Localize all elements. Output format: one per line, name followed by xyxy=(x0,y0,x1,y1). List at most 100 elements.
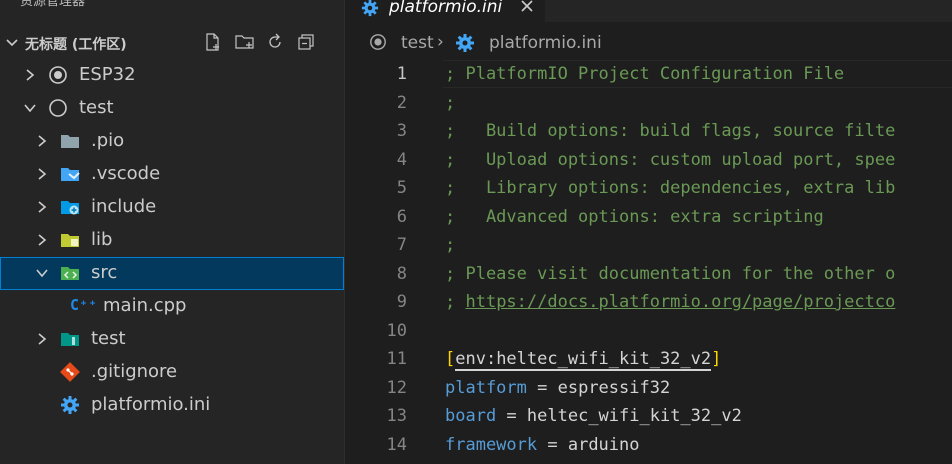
code-line: [env:heltec_wifi_kit_32_v2] xyxy=(445,345,721,373)
tree-item-label: main.cpp xyxy=(103,295,187,316)
include-folder-icon xyxy=(61,201,79,215)
tree-item-label: .pio xyxy=(91,130,125,151)
tree-item-src[interactable]: src xyxy=(0,257,344,290)
code-line: board = heltec_wifi_kit_32_v2 xyxy=(445,402,742,430)
explorer-sidebar: 资源管理器 ··· 无标题 (工作区) ESP32 test .pio .vsc… xyxy=(0,0,345,464)
tab-platformio-ini[interactable]: platformio.ini xyxy=(345,0,545,22)
test-folder-icon xyxy=(61,333,79,346)
tree-item-label: lib xyxy=(91,229,113,250)
tree-item-label: include xyxy=(91,196,157,217)
tree-item-label: test xyxy=(91,328,126,349)
breadcrumb: test › platformio.ini xyxy=(345,30,952,54)
tab-label: platformio.ini xyxy=(389,0,503,17)
gear-icon xyxy=(361,0,379,17)
gear-icon xyxy=(456,34,474,52)
platformio-project-icon xyxy=(49,66,67,84)
tree-item-vscode[interactable]: .vscode xyxy=(0,158,344,191)
chevron-right-icon xyxy=(38,333,47,345)
equals-sign: = xyxy=(526,377,558,398)
code-line: ; Library options: dependencies, extra l… xyxy=(445,178,896,198)
line-number: 6 xyxy=(396,206,407,227)
config-value: heltec_wifi_kit_32_v2 xyxy=(526,406,742,426)
breadcrumb-project-label: test xyxy=(401,33,434,53)
tree-item-main-cpp[interactable]: C⁺⁺ main.cpp xyxy=(0,290,344,323)
line-number: 10 xyxy=(386,320,407,341)
line-number: 7 xyxy=(396,235,407,255)
line-number: 8 xyxy=(396,263,407,284)
tab-bar: platformio.ini xyxy=(345,0,952,22)
tree-item-label: ESP32 xyxy=(79,64,136,85)
tree-item-esp32[interactable]: ESP32 xyxy=(0,59,344,92)
workspace-header[interactable]: 无标题 (工作区) xyxy=(0,30,344,56)
src-folder-icon xyxy=(61,267,79,280)
code-line: ; PlatformIO Project Configuration File xyxy=(445,64,845,84)
line-number: 9 xyxy=(396,292,407,312)
config-key: framework xyxy=(445,434,538,455)
line-number: 12 xyxy=(386,377,407,398)
collapse-all-icon[interactable] xyxy=(297,33,315,55)
lib-folder-icon xyxy=(61,234,79,247)
tree-item-test-folder[interactable]: test xyxy=(0,323,344,356)
tree-item-pio[interactable]: .pio xyxy=(0,125,344,158)
tree-item-platformio-ini[interactable]: platformio.ini xyxy=(0,389,344,422)
line-number: 3 xyxy=(396,121,407,141)
tree-item-label: .vscode xyxy=(91,163,161,184)
code-line: ; Build options: build flags, source fil… xyxy=(445,121,896,141)
tree-item-test-project[interactable]: test xyxy=(0,92,344,125)
tree-item-include[interactable]: include xyxy=(0,191,344,224)
explorer-header: 资源管理器 ··· xyxy=(0,0,344,10)
folder-icon xyxy=(61,135,79,148)
config-key: platform xyxy=(445,377,527,398)
code-line: ; xyxy=(445,92,456,113)
section-close-bracket: ] xyxy=(711,349,722,369)
line-number: 5 xyxy=(396,178,407,198)
line-number: 2 xyxy=(396,92,407,113)
chevron-right-icon xyxy=(38,234,47,246)
vscode-folder-icon xyxy=(61,168,80,181)
code-line: framework = arduino xyxy=(445,431,640,459)
chevron-right-icon xyxy=(26,69,35,81)
breadcrumb-file[interactable]: platformio.ini xyxy=(455,33,602,58)
equals-sign: = xyxy=(537,434,568,455)
config-value: arduino xyxy=(567,434,640,455)
new-file-icon[interactable] xyxy=(204,33,222,55)
line-number: 1 xyxy=(396,64,407,84)
line-number: 11 xyxy=(386,349,407,369)
ellipsis-icon[interactable]: ··· xyxy=(300,0,315,1)
platformio-project-icon xyxy=(370,34,386,50)
tree-item-lib[interactable]: lib xyxy=(0,224,344,257)
refresh-icon[interactable] xyxy=(266,33,284,55)
chevron-right-icon xyxy=(38,168,47,180)
section-open-bracket: [ xyxy=(445,349,456,369)
breadcrumb-project[interactable]: test xyxy=(369,33,434,56)
chevron-down-icon xyxy=(24,104,36,113)
tree-item-gitignore[interactable]: .gitignore xyxy=(0,356,344,389)
new-folder-icon[interactable] xyxy=(235,33,254,55)
section-name: env:heltec_wifi_kit_32_v2 xyxy=(455,349,712,371)
code-line: ; https://docs.platformio.org/page/proje… xyxy=(445,288,895,316)
docs-link[interactable]: https://docs.platformio.org/page/project… xyxy=(465,292,895,312)
chevron-down-icon xyxy=(6,39,18,47)
line-number: 13 xyxy=(386,406,407,426)
workspace-label: 无标题 (工作区) xyxy=(25,37,127,53)
code-editor[interactable]: 1 ; PlatformIO Project Configuration Fil… xyxy=(345,60,952,464)
circle-project-icon xyxy=(49,99,67,117)
code-line: ; Please visit documentation for the oth… xyxy=(445,263,896,284)
comment-prefix: ; xyxy=(445,292,466,312)
tree-item-label: src xyxy=(91,262,118,283)
gear-icon xyxy=(61,396,79,414)
line-number: 4 xyxy=(396,149,407,170)
tree-item-label: platformio.ini xyxy=(91,394,211,415)
close-icon[interactable] xyxy=(519,0,535,14)
code-line: ; Upload options: custom upload port, sp… xyxy=(445,149,896,170)
code-line: ; xyxy=(445,235,456,255)
line-number: 14 xyxy=(386,434,407,455)
cpp-file-icon: C⁺⁺ xyxy=(70,296,98,314)
chevron-right-icon xyxy=(38,135,47,147)
chevron-right-icon xyxy=(38,201,47,213)
code-line: ; Advanced options: extra scripting xyxy=(445,206,824,227)
config-key: board xyxy=(445,406,497,426)
tree-item-label: .gitignore xyxy=(91,361,178,382)
tree-item-label: test xyxy=(79,97,114,118)
breadcrumb-file-label: platformio.ini xyxy=(489,33,602,53)
